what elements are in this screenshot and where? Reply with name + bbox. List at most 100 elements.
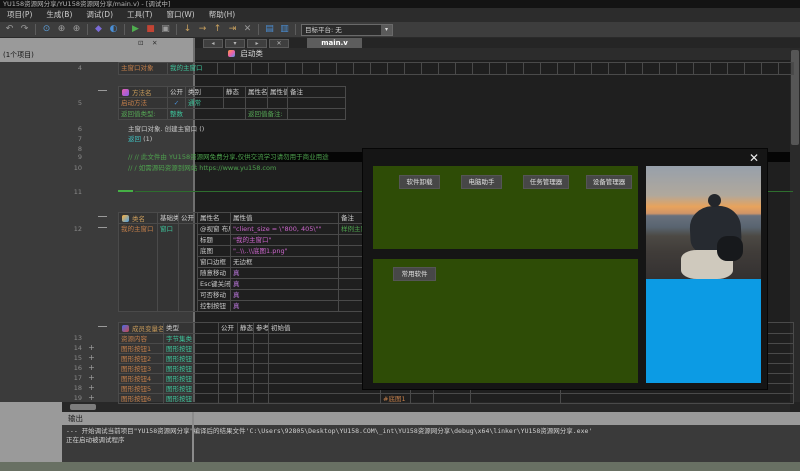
grid-cell-empty[interactable]: [560, 393, 794, 404]
fold-toggle-icon[interactable]: +: [87, 354, 96, 363]
remove-circle-icon[interactable]: ⊕: [70, 23, 83, 36]
grid-cell-empty[interactable]: [727, 62, 745, 75]
grid-cell-empty[interactable]: [557, 62, 575, 75]
menu-item[interactable]: 工具(T): [120, 8, 159, 22]
grid-cell-empty[interactable]: [251, 62, 269, 75]
base-class-cell[interactable]: 窗口: [157, 223, 179, 312]
member-type-cell[interactable]: 图形按钮: [163, 393, 219, 404]
screen-panel-icon[interactable]: ▥: [278, 23, 291, 36]
grid-cell-empty[interactable]: [625, 62, 643, 75]
grid-cell-empty[interactable]: [761, 62, 779, 75]
grid-cell-empty[interactable]: [404, 62, 422, 75]
grid-cell-empty[interactable]: [234, 62, 252, 75]
grid-cell-empty[interactable]: [178, 223, 198, 312]
collapse-mark[interactable]: [98, 216, 107, 217]
tab-list-icon[interactable]: ▾: [225, 39, 245, 48]
grid-cell-empty[interactable]: [778, 62, 794, 75]
collapse-mark[interactable]: [98, 90, 107, 91]
chevron-down-icon[interactable]: ▾: [381, 25, 392, 35]
grid-cell-empty[interactable]: [353, 62, 371, 75]
grid-cell-empty[interactable]: [285, 62, 303, 75]
grid-cell-value[interactable]: 我的主窗口: [167, 62, 218, 75]
editor-hscroll-thumb[interactable]: [70, 404, 96, 410]
redo-icon[interactable]: ↷: [18, 23, 31, 36]
stop-icon[interactable]: ■: [144, 23, 157, 36]
output-panel-header[interactable]: 输出: [62, 412, 800, 425]
grid-cell-empty[interactable]: [506, 62, 524, 75]
search-icon[interactable]: ⊙: [40, 23, 53, 36]
grid-cell-empty[interactable]: [302, 62, 320, 75]
menu-item[interactable]: 窗口(W): [159, 8, 201, 22]
grid-cell-empty[interactable]: [387, 62, 405, 75]
preview-close-icon[interactable]: ✕: [749, 152, 759, 164]
preview-button-1[interactable]: 软件卸载: [399, 175, 440, 189]
grid-cell-empty[interactable]: [540, 62, 558, 75]
menu-item[interactable]: 生成(B): [39, 8, 79, 22]
grid-cell-empty[interactable]: [268, 393, 381, 404]
collapse-mark[interactable]: [98, 326, 107, 327]
grid-cell-empty[interactable]: [642, 62, 660, 75]
preview-button-2[interactable]: 电脑助手: [461, 175, 502, 189]
grid-cell-empty[interactable]: [268, 62, 286, 75]
fold-toggle-icon[interactable]: +: [87, 374, 96, 383]
grid-cell-empty[interactable]: [218, 393, 238, 404]
class-section-header[interactable]: 启动类: [195, 48, 790, 60]
grid-cell-empty[interactable]: #底图1: [380, 393, 411, 404]
run-icon[interactable]: ▶: [129, 23, 142, 36]
stop-debug-icon[interactable]: ✕: [241, 23, 254, 36]
preview-button-common[interactable]: 常用软件: [393, 267, 436, 281]
grid-cell-empty[interactable]: [455, 62, 473, 75]
fold-toggle-icon[interactable]: +: [87, 394, 96, 403]
grid-cell-empty[interactable]: [744, 62, 762, 75]
return-type-label-cell[interactable]: 返回值类型:: [118, 108, 168, 120]
step-out-icon[interactable]: ↑: [211, 23, 224, 36]
menu-item[interactable]: 调试(D): [79, 8, 120, 22]
target-platform-select[interactable]: 目标平台: 无▾: [301, 24, 393, 36]
return-type-cell[interactable]: 整数: [167, 108, 246, 120]
grid-cell-empty[interactable]: [438, 62, 456, 75]
grid-cell-empty[interactable]: [319, 62, 337, 75]
grid-cell-empty[interactable]: [421, 62, 439, 75]
return-note-label-cell[interactable]: 返回值备注:: [245, 108, 288, 120]
class-name-cell[interactable]: 我的主窗口: [118, 223, 158, 312]
grid-cell-empty[interactable]: [433, 393, 471, 404]
build-icon[interactable]: ◆: [92, 23, 105, 36]
grid-cell-object[interactable]: 主窗口对象: [118, 62, 168, 75]
web-icon[interactable]: ◐: [107, 23, 120, 36]
grid-cell-empty[interactable]: [608, 62, 626, 75]
grid-cell-empty[interactable]: [470, 393, 561, 404]
collapse-mark[interactable]: [98, 227, 107, 228]
grid-cell-empty[interactable]: [237, 393, 254, 404]
member-name-cell[interactable]: 图形按钮6: [118, 393, 164, 404]
add-circle-icon[interactable]: ⊕: [55, 23, 68, 36]
undo-icon[interactable]: ↶: [3, 23, 16, 36]
close-icon[interactable]: ✕: [152, 39, 157, 47]
grid-cell-empty[interactable]: [217, 62, 235, 75]
menu-item[interactable]: 帮助(H): [202, 8, 243, 22]
grid-cell-empty[interactable]: [489, 62, 507, 75]
grid-cell-empty[interactable]: [410, 393, 434, 404]
tab-scroll-left-icon[interactable]: ◂: [203, 39, 223, 48]
property-value-cell[interactable]: 真: [230, 300, 339, 312]
code-line[interactable]: 返回 (1): [128, 134, 778, 144]
grid-cell-empty[interactable]: [287, 108, 346, 120]
fold-toggle-icon[interactable]: +: [87, 344, 96, 353]
grid-cell-empty[interactable]: [472, 62, 490, 75]
grid-cell-empty[interactable]: [676, 62, 694, 75]
property-name-cell[interactable]: 控制按钮: [197, 300, 231, 312]
fold-toggle-icon[interactable]: +: [87, 384, 96, 393]
tab-main-v[interactable]: main.v: [307, 38, 362, 48]
menu-item[interactable]: 项目(P): [0, 8, 39, 22]
grid-cell-empty[interactable]: [253, 393, 269, 404]
tab-scroll-right-icon[interactable]: ▸: [247, 39, 267, 48]
preview-button-4[interactable]: 设备管理器: [586, 175, 632, 189]
grid-cell-empty[interactable]: [693, 62, 711, 75]
watch-panel-icon[interactable]: ▤: [263, 23, 276, 36]
grid-cell-empty[interactable]: [591, 62, 609, 75]
code-line[interactable]: 主窗口对象. 创建主窗口 (): [128, 124, 778, 134]
pin-icon[interactable]: ⊡: [138, 39, 143, 47]
run-to-cursor-icon[interactable]: ⇥: [226, 23, 239, 36]
grid-cell-empty[interactable]: [659, 62, 677, 75]
grid-cell-empty[interactable]: [370, 62, 388, 75]
grid-cell-empty[interactable]: [574, 62, 592, 75]
